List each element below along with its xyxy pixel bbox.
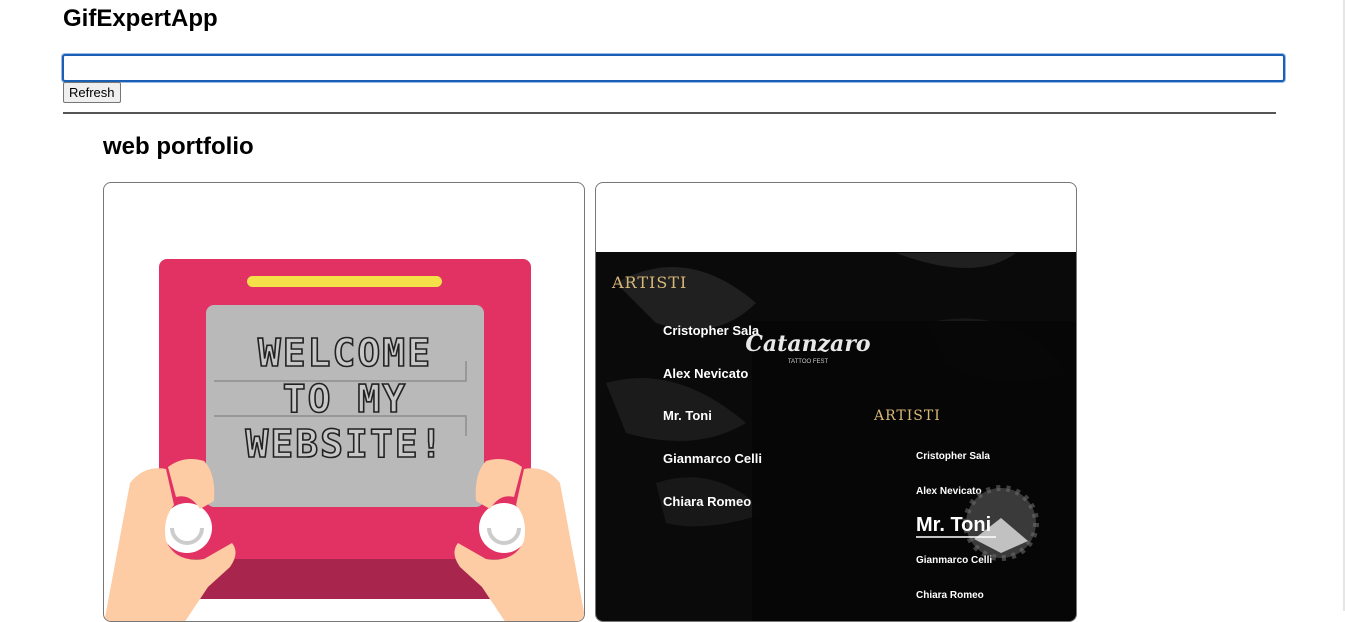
overlay-artists-heading: ARTISTI	[873, 408, 941, 424]
overlay-artist-item: Chiara Romeo	[916, 590, 984, 601]
toy-yellow-bar	[247, 276, 442, 287]
gif-card[interactable]: ARTISTI Cristopher Sala Alex Nevicato Mr…	[595, 182, 1077, 622]
tattoo-website-gif: ARTISTI Cristopher Sala Alex Nevicato Mr…	[596, 252, 1076, 621]
screen-line-3: WEBSITE!	[245, 422, 444, 466]
search-input[interactable]	[62, 54, 1285, 82]
artist-item: Alex Nevicato	[663, 366, 748, 381]
logo-subtext: TATTOO FEST	[788, 359, 829, 365]
overlay-artist-item: Cristopher Sala	[916, 451, 990, 462]
artist-item: Mr. Toni	[663, 408, 712, 423]
artist-item: Gianmarco Celli	[663, 451, 762, 466]
overlay-artist-item: Alex Nevicato	[916, 486, 982, 497]
screen-line-1: WELCOME	[258, 331, 432, 375]
category-title: web portfolio	[103, 133, 254, 160]
gif-card[interactable]: WELCOME TO MY WEBSITE!	[103, 182, 585, 622]
artists-heading: ARTISTI	[611, 273, 687, 292]
divider	[63, 112, 1276, 114]
app-title: GifExpertApp	[63, 5, 218, 32]
refresh-button[interactable]: Refresh	[63, 82, 121, 103]
screen-line-2: TO MY	[283, 377, 407, 421]
welcome-etch-a-sketch-gif: WELCOME TO MY WEBSITE!	[104, 259, 584, 621]
logo-text: Catanzaro	[745, 331, 870, 357]
overlay-artist-item-active: Mr. Toni	[916, 514, 991, 536]
artist-item: Chiara Romeo	[663, 494, 751, 509]
overlay-artist-item: Gianmarco Celli	[916, 555, 992, 566]
